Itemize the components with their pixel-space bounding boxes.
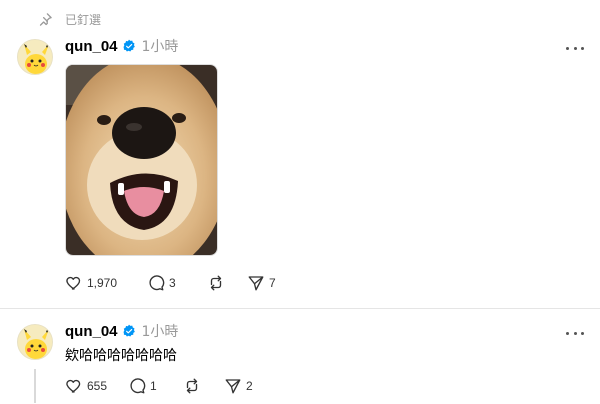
comment-icon	[130, 378, 146, 394]
more-options-icon[interactable]	[566, 45, 584, 51]
send-icon	[225, 379, 241, 394]
username[interactable]: qun_04	[65, 323, 118, 340]
timestamp[interactable]: 1小時	[142, 321, 179, 341]
share-button[interactable]: 7	[247, 274, 276, 292]
verified-badge-icon	[122, 324, 136, 338]
more-options-icon[interactable]	[566, 330, 584, 336]
repost-button[interactable]	[183, 377, 224, 395]
repost-button[interactable]	[207, 274, 247, 292]
reply-button[interactable]: 3	[147, 274, 207, 292]
timestamp[interactable]: 1小時	[142, 36, 179, 56]
pin-icon	[38, 10, 53, 28]
repost-icon	[186, 378, 198, 394]
post-header: qun_04 1小時	[65, 321, 178, 341]
reply-count: 1	[150, 379, 157, 393]
post: qun_04 1小時 欸哈哈哈哈哈哈哈 655 1 2	[0, 309, 600, 404]
post-header: qun_04 1小時	[65, 36, 178, 56]
action-bar: 1,970 3 7	[65, 273, 276, 293]
like-button[interactable]: 655	[65, 377, 128, 395]
avatar[interactable]	[17, 39, 53, 75]
like-count: 1,970	[87, 276, 118, 290]
pinned-label: 已釘選	[65, 13, 102, 27]
avatar[interactable]	[17, 324, 53, 360]
like-count: 655	[87, 379, 108, 393]
username[interactable]: qun_04	[65, 38, 118, 55]
share-count: 7	[269, 276, 276, 290]
like-button[interactable]: 1,970	[65, 274, 147, 292]
reply-count: 3	[169, 276, 176, 290]
thread-line	[34, 369, 36, 403]
reply-button[interactable]: 1	[128, 377, 183, 395]
heart-icon	[66, 276, 81, 290]
verified-badge-icon	[122, 39, 136, 53]
post-text: 欸哈哈哈哈哈哈哈	[65, 348, 177, 364]
comment-icon	[149, 275, 165, 291]
share-button[interactable]: 2	[224, 377, 253, 395]
post: qun_04 1小時 1,970 3 7	[0, 34, 600, 308]
repost-icon	[210, 275, 222, 291]
heart-icon	[66, 379, 81, 393]
send-icon	[248, 276, 264, 291]
action-bar: 655 1 2	[65, 376, 253, 396]
share-count: 2	[246, 379, 253, 393]
post-image[interactable]	[65, 64, 218, 256]
